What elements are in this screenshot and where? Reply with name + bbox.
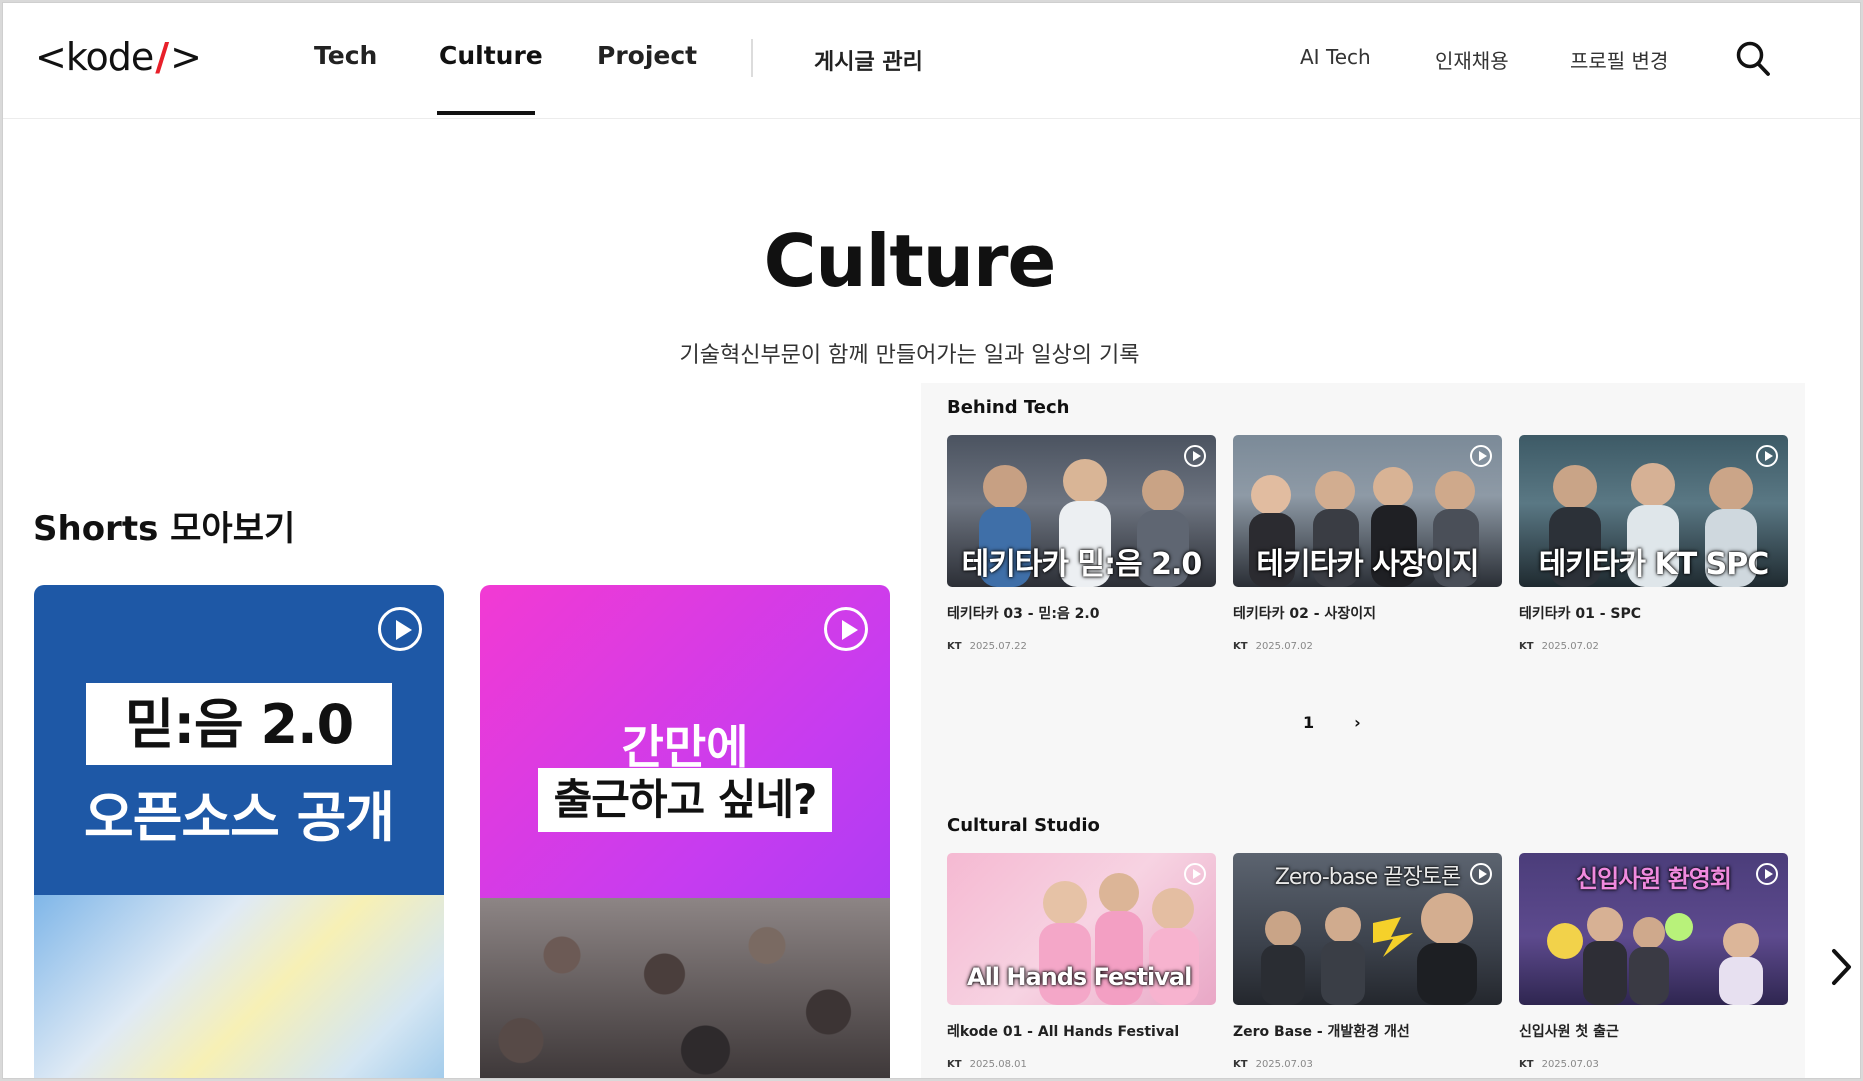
video-date: 2025.07.03 — [1541, 1059, 1599, 1070]
thumbnail-caption: 테키타카 믿:음 2.0 — [961, 547, 1203, 582]
play-icon — [1184, 445, 1206, 467]
video-meta: KT 2025.08.01 — [947, 1059, 1216, 1070]
video-card[interactable]: 테키타카 사장이지 테키타카 02 - 사장이지 KT 2025.07.02 — [1233, 435, 1502, 652]
video-card[interactable]: All Hands Festival 레kode 01 - All Hands … — [947, 853, 1216, 1070]
chevron-right-icon[interactable] — [1829, 947, 1853, 987]
shorts-card[interactable]: 간만에 출근하고 싶네? — [480, 585, 890, 1078]
video-author: KT — [1233, 641, 1248, 652]
pagination: 1 › — [1303, 713, 1361, 732]
top-header: < kode / > Tech Culture Project 게시글 관리 A… — [3, 3, 1860, 119]
video-date: 2025.07.02 — [1541, 641, 1599, 652]
thumbnail-caption: Zero-base 끝장토론 — [1274, 865, 1461, 890]
behind-tech-title: Behind Tech — [947, 397, 1070, 418]
video-thumbnail[interactable]: 신입사원 환영회 — [1519, 853, 1788, 1005]
video-date: 2025.08.01 — [969, 1059, 1027, 1070]
logo-text: kode — [65, 35, 154, 79]
video-thumbnail[interactable]: 테키타카 KT SPC — [1519, 435, 1788, 587]
cultural-studio-title: Cultural Studio — [947, 815, 1100, 836]
page: < kode / > Tech Culture Project 게시글 관리 A… — [2, 2, 1861, 1079]
search-icon[interactable] — [1735, 39, 1771, 77]
page-subtitle: 기술혁신부문이 함께 만들어가는 일과 일상의 기록 — [679, 343, 1140, 368]
play-icon — [378, 607, 422, 651]
video-date: 2025.07.22 — [969, 641, 1027, 652]
nav-post-admin[interactable]: 게시글 관리 — [814, 44, 923, 76]
play-icon — [1756, 863, 1778, 885]
shorts-card-headline: 믿:음 2.0 — [86, 683, 392, 765]
nav-profile-edit[interactable]: 프로필 변경 — [1570, 45, 1668, 74]
video-thumbnail[interactable]: 테키타카 사장이지 — [1233, 435, 1502, 587]
nav-culture[interactable]: Culture — [439, 41, 543, 70]
video-meta: KT 2025.07.22 — [947, 641, 1216, 652]
nav-project[interactable]: Project — [597, 41, 697, 70]
video-card[interactable]: 테키타카 믿:음 2.0 테키타카 03 - 믿:음 2.0 KT 2025.07… — [947, 435, 1216, 652]
video-author: KT — [947, 1059, 962, 1070]
page-title: Culture — [763, 219, 1057, 303]
nav-divider — [751, 39, 753, 77]
logo-left-bracket: < — [35, 35, 67, 79]
video-title[interactable]: 레kode 01 - All Hands Festival — [947, 1021, 1216, 1041]
shorts-card-headline: 출근하고 싶네? — [538, 768, 832, 832]
video-title[interactable]: 신입사원 첫 출근 — [1519, 1021, 1788, 1041]
shorts-card-subline: 오픈소스 공개 — [84, 786, 395, 849]
kode-logo[interactable]: < kode / > — [35, 31, 202, 83]
video-author: KT — [1233, 1059, 1248, 1070]
video-title[interactable]: 테키타카 02 - 사장이지 — [1233, 603, 1502, 623]
video-thumbnail[interactable]: 테키타카 믿:음 2.0 — [947, 435, 1216, 587]
video-title[interactable]: 테키타카 03 - 믿:음 2.0 — [947, 603, 1216, 623]
shorts-card[interactable]: 믿:음 2.0 오픈소스 공개 — [34, 585, 444, 1078]
video-author: KT — [1519, 1059, 1534, 1070]
video-title[interactable]: Zero Base - 개발환경 개선 — [1233, 1021, 1502, 1041]
thumbnail-caption: 신입사원 환영회 — [1576, 865, 1732, 893]
play-icon — [1756, 445, 1778, 467]
video-date: 2025.07.03 — [1255, 1059, 1313, 1070]
thumbnail-caption: 테키타카 사장이지 — [1256, 547, 1479, 582]
shorts-section-title: Shorts 모아보기 — [33, 509, 296, 549]
video-meta: KT 2025.07.02 — [1519, 641, 1788, 652]
nav-recruit[interactable]: 인재채용 — [1435, 45, 1509, 74]
next-page-icon[interactable]: › — [1354, 713, 1361, 732]
play-icon — [824, 607, 868, 651]
shorts-card-image — [34, 895, 444, 1078]
video-date: 2025.07.02 — [1255, 641, 1313, 652]
video-meta: KT 2025.07.02 — [1233, 641, 1502, 652]
video-author: KT — [947, 641, 962, 652]
video-author: KT — [1519, 641, 1534, 652]
video-title[interactable]: 테키타카 01 - SPC — [1519, 603, 1788, 623]
logo-right-bracket: > — [170, 35, 202, 79]
video-meta: KT 2025.07.03 — [1519, 1059, 1788, 1070]
thumbnail-caption: All Hands Festival — [967, 963, 1192, 991]
nav-tech[interactable]: Tech — [314, 41, 377, 70]
play-icon — [1184, 863, 1206, 885]
video-thumbnail[interactable]: All Hands Festival — [947, 853, 1216, 1005]
nav-active-underline — [437, 111, 535, 115]
play-icon — [1470, 863, 1492, 885]
shorts-card-image — [480, 898, 890, 1078]
video-meta: KT 2025.07.03 — [1233, 1059, 1502, 1070]
video-card[interactable]: 신입사원 환영회 신입사원 첫 출근 KT 2025.07.03 — [1519, 853, 1788, 1070]
page-number-current[interactable]: 1 — [1303, 713, 1314, 732]
play-icon — [1470, 445, 1492, 467]
nav-ai-tech[interactable]: AI Tech — [1300, 45, 1371, 69]
video-card[interactable]: 테키타카 KT SPC 테키타카 01 - SPC KT 2025.07.02 — [1519, 435, 1788, 652]
video-card[interactable]: Zero-base 끝장토론 Zero Base - 개발환경 개선 KT 202… — [1233, 853, 1502, 1070]
logo-slash: / — [155, 35, 169, 79]
thumbnail-caption: 테키타카 KT SPC — [1538, 547, 1770, 582]
video-thumbnail[interactable]: Zero-base 끝장토론 — [1233, 853, 1502, 1005]
